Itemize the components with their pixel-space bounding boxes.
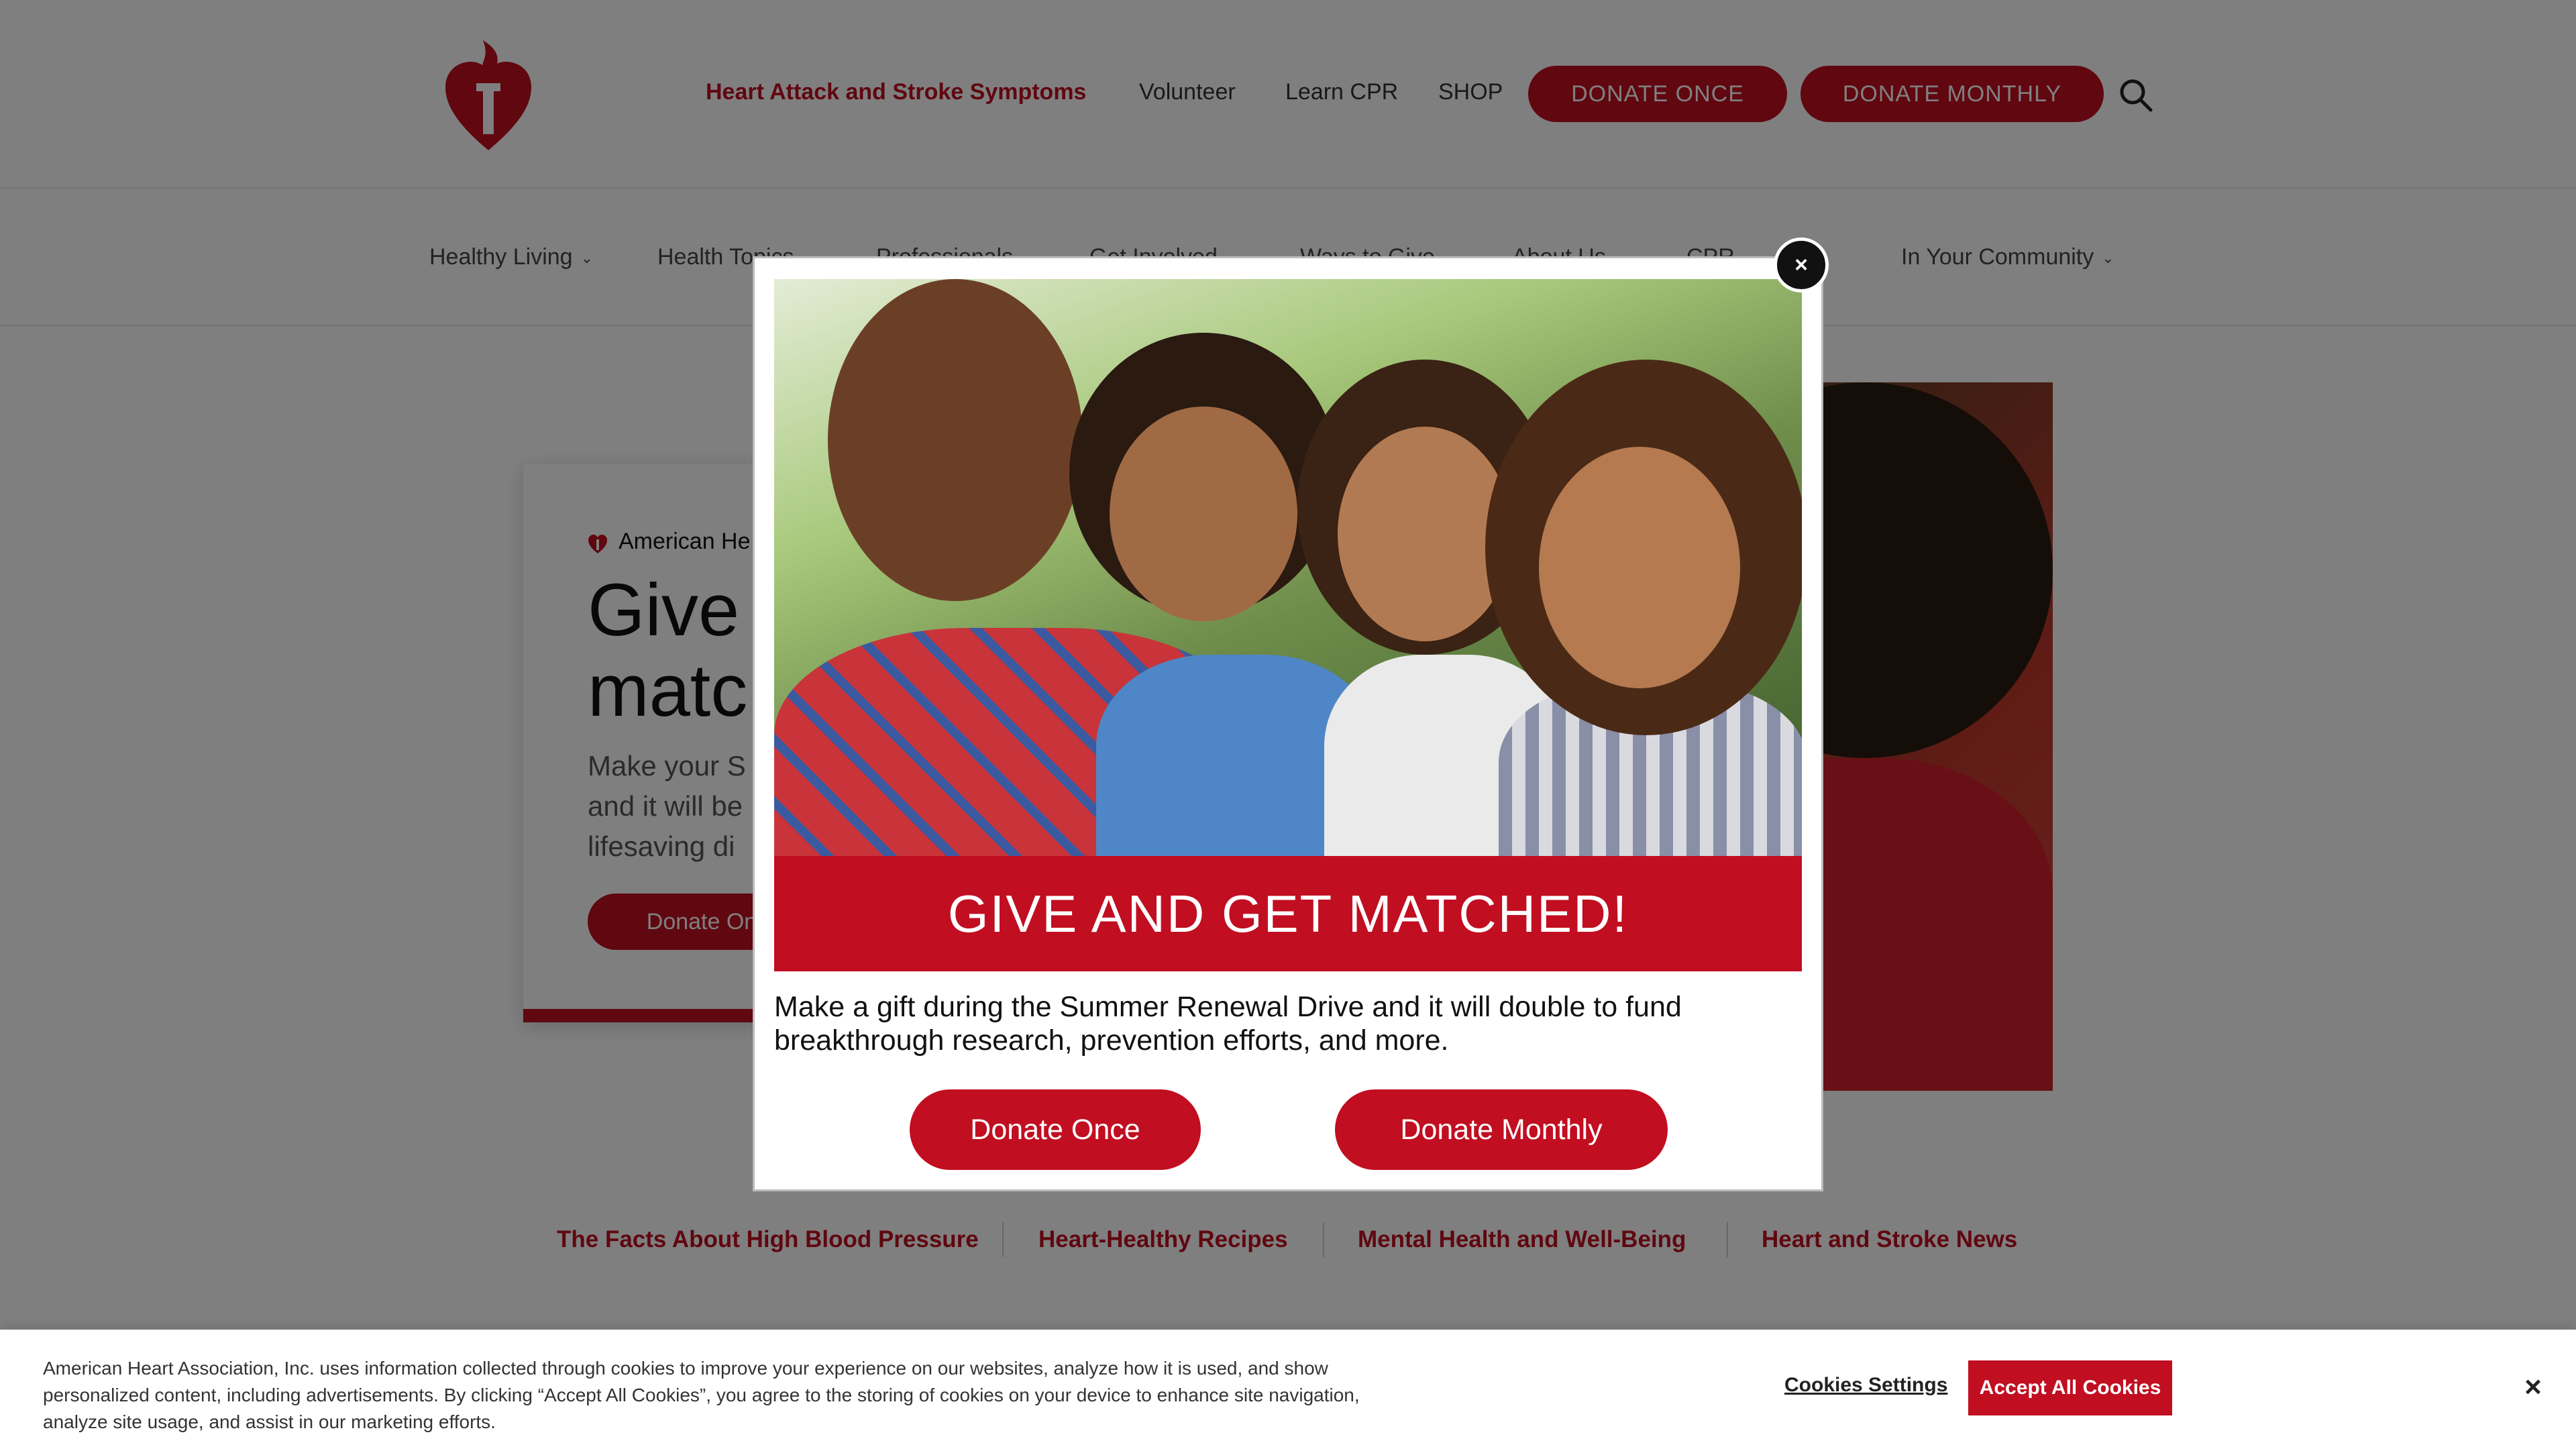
accept-all-cookies-button[interactable]: Accept All Cookies xyxy=(1968,1360,2172,1415)
photo-face-boy xyxy=(1110,407,1297,621)
photo-face-father xyxy=(828,279,1083,601)
modal-donate-monthly-button[interactable]: Donate Monthly xyxy=(1335,1089,1668,1170)
modal-close-button[interactable]: × xyxy=(1774,237,1829,292)
cookies-settings-button[interactable]: Cookies Settings xyxy=(1784,1374,1947,1397)
modal-banner-title: GIVE AND GET MATCHED! xyxy=(774,856,1802,971)
modal-description: Make a gift during the Summer Renewal Dr… xyxy=(774,991,1682,1057)
cookie-close-icon[interactable]: × xyxy=(2517,1371,2549,1403)
photo-face-mother xyxy=(1539,447,1740,688)
cookie-notice-text: American Heart Association, Inc. uses in… xyxy=(43,1358,1360,1432)
modal-donate-once-button[interactable]: Donate Once xyxy=(910,1089,1201,1170)
family-photo xyxy=(774,279,1802,856)
